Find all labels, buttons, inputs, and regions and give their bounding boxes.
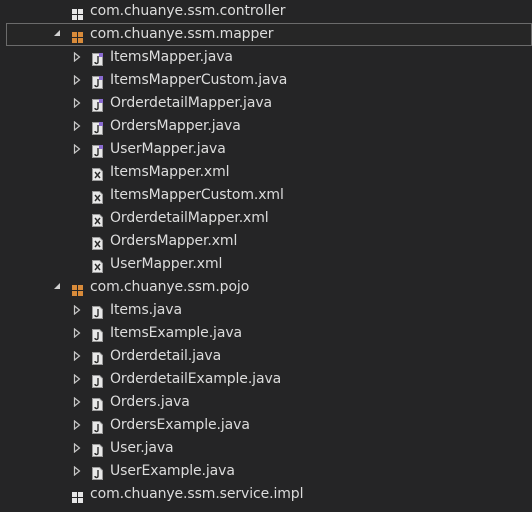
file-label: ItemsMapper.xml xyxy=(110,164,230,180)
package-label: com.chuanye.ssm.service.impl xyxy=(90,486,304,502)
project-explorer-tree: com.chuanye.ssm.controller com.chuanye.ss… xyxy=(0,0,532,508)
tree-file-row[interactable]: ItemsMapper.xml xyxy=(0,161,532,184)
collapse-arrow-icon[interactable] xyxy=(73,138,85,161)
file-label: UserMapper.xml xyxy=(110,256,223,272)
file-label: OrdersMapper.java xyxy=(110,118,241,134)
java-file-icon xyxy=(92,419,104,434)
package-label: com.chuanye.ssm.pojo xyxy=(90,279,250,295)
tree-file-row[interactable]: OrderdetailMapper.xml xyxy=(0,207,532,230)
tree-file-row[interactable]: UserMapper.xml xyxy=(0,253,532,276)
java-file-icon xyxy=(92,304,104,319)
collapse-arrow-icon[interactable] xyxy=(73,69,85,92)
collapse-arrow-icon[interactable] xyxy=(73,92,85,115)
xml-file-icon xyxy=(92,166,104,181)
file-label: Orderdetail.java xyxy=(110,348,222,364)
file-label: ItemsExample.java xyxy=(110,325,242,341)
file-label: UserMapper.java xyxy=(110,141,226,157)
collapse-arrow-icon[interactable] xyxy=(73,322,85,345)
xml-file-icon xyxy=(92,258,104,273)
file-label: OrderdetailMapper.java xyxy=(110,95,272,111)
tree-package-row[interactable]: com.chuanye.ssm.controller xyxy=(0,0,532,23)
java-file-icon xyxy=(92,396,104,411)
collapse-arrow-icon[interactable] xyxy=(73,460,85,483)
package-icon xyxy=(72,29,84,43)
expand-arrow-icon[interactable] xyxy=(52,23,64,46)
package-label: com.chuanye.ssm.mapper xyxy=(90,26,274,42)
file-label: OrderdetailMapper.xml xyxy=(110,210,269,226)
tree-file-row[interactable]: ItemsMapper.java xyxy=(0,46,532,69)
xml-file-icon xyxy=(92,235,104,250)
java-file-icon xyxy=(92,350,104,365)
tree-file-row[interactable]: OrderdetailMapper.java xyxy=(0,92,532,115)
tree-file-row[interactable]: Orders.java xyxy=(0,391,532,414)
file-label: UserExample.java xyxy=(110,463,235,479)
tree-file-row[interactable]: ItemsMapperCustom.xml xyxy=(0,184,532,207)
package-empty-icon xyxy=(72,489,84,503)
java-file-icon xyxy=(92,327,104,342)
java-interface-icon xyxy=(92,97,104,112)
file-label: ItemsMapper.java xyxy=(110,49,233,65)
xml-file-icon xyxy=(92,189,104,204)
java-interface-icon xyxy=(92,120,104,135)
collapse-arrow-icon[interactable] xyxy=(73,46,85,69)
file-label: Items.java xyxy=(110,302,182,318)
tree-file-row[interactable]: ItemsExample.java xyxy=(0,322,532,345)
xml-file-icon xyxy=(92,212,104,227)
java-file-icon xyxy=(92,465,104,480)
file-label: User.java xyxy=(110,440,174,456)
collapse-arrow-icon[interactable] xyxy=(73,368,85,391)
file-label: Orders.java xyxy=(110,394,190,410)
tree-file-row[interactable]: OrdersMapper.java xyxy=(0,115,532,138)
collapse-arrow-icon[interactable] xyxy=(73,345,85,368)
package-icon xyxy=(72,282,84,296)
tree-file-row[interactable]: UserExample.java xyxy=(0,460,532,483)
collapse-arrow-icon[interactable] xyxy=(73,437,85,460)
tree-file-row[interactable]: ItemsMapperCustom.java xyxy=(0,69,532,92)
expand-arrow-icon[interactable] xyxy=(52,276,64,299)
tree-package-row[interactable]: com.chuanye.ssm.service.impl xyxy=(0,483,532,506)
tree-file-row[interactable]: OrderdetailExample.java xyxy=(0,368,532,391)
package-empty-icon xyxy=(72,6,84,20)
collapse-arrow-icon[interactable] xyxy=(73,115,85,138)
tree-file-row[interactable]: Items.java xyxy=(0,299,532,322)
tree-file-row[interactable]: OrdersExample.java xyxy=(0,414,532,437)
package-label: com.chuanye.ssm.controller xyxy=(90,3,286,19)
java-file-icon xyxy=(92,373,104,388)
collapse-arrow-icon[interactable] xyxy=(73,299,85,322)
tree-file-row[interactable]: Orderdetail.java xyxy=(0,345,532,368)
tree-file-row[interactable]: UserMapper.java xyxy=(0,138,532,161)
java-interface-icon xyxy=(92,143,104,158)
collapse-arrow-icon[interactable] xyxy=(73,414,85,437)
collapse-arrow-icon[interactable] xyxy=(73,391,85,414)
file-label: ItemsMapperCustom.java xyxy=(110,72,288,88)
tree-package-row[interactable]: com.chuanye.ssm.mapper xyxy=(6,23,532,46)
java-file-icon xyxy=(92,442,104,457)
tree-file-row[interactable]: OrdersMapper.xml xyxy=(0,230,532,253)
java-interface-icon xyxy=(92,51,104,66)
file-label: OrderdetailExample.java xyxy=(110,371,282,387)
file-label: ItemsMapperCustom.xml xyxy=(110,187,284,203)
java-interface-icon xyxy=(92,74,104,89)
file-label: OrdersExample.java xyxy=(110,417,250,433)
file-label: OrdersMapper.xml xyxy=(110,233,238,249)
tree-file-row[interactable]: User.java xyxy=(0,437,532,460)
tree-package-row[interactable]: com.chuanye.ssm.pojo xyxy=(0,276,532,299)
